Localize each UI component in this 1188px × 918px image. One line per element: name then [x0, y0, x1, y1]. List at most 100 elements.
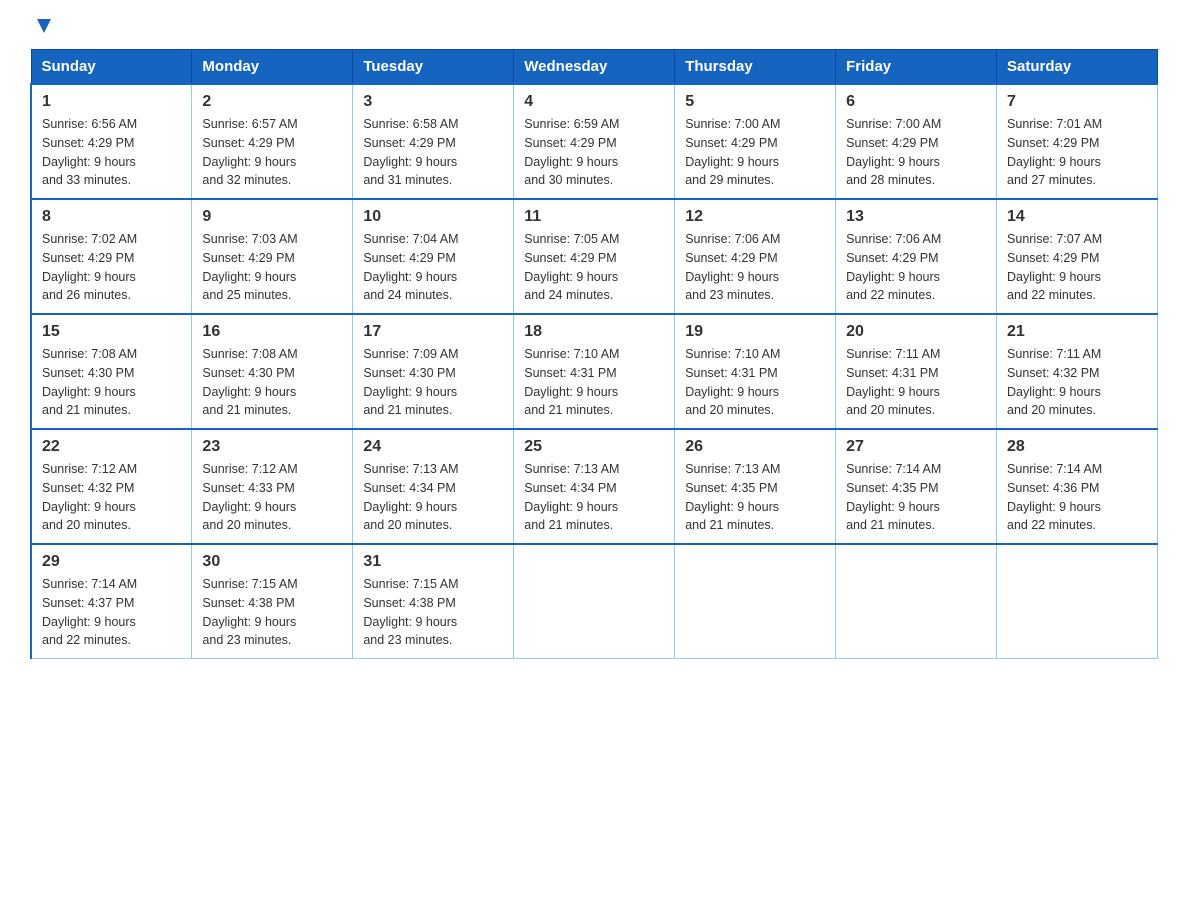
day-info: Sunrise: 7:13 AM Sunset: 4:35 PM Dayligh… [685, 460, 825, 535]
calendar-day-cell: 10 Sunrise: 7:04 AM Sunset: 4:29 PM Dayl… [353, 199, 514, 314]
day-info: Sunrise: 6:57 AM Sunset: 4:29 PM Dayligh… [202, 115, 342, 190]
day-info: Sunrise: 7:08 AM Sunset: 4:30 PM Dayligh… [202, 345, 342, 420]
calendar-day-cell: 1 Sunrise: 6:56 AM Sunset: 4:29 PM Dayli… [31, 84, 192, 199]
day-number: 3 [363, 93, 503, 111]
calendar-day-cell: 7 Sunrise: 7:01 AM Sunset: 4:29 PM Dayli… [997, 84, 1158, 199]
calendar-day-cell: 4 Sunrise: 6:59 AM Sunset: 4:29 PM Dayli… [514, 84, 675, 199]
day-number: 31 [363, 553, 503, 571]
day-info: Sunrise: 7:14 AM Sunset: 4:37 PM Dayligh… [42, 575, 181, 650]
calendar-day-cell [836, 544, 997, 659]
calendar-day-cell: 17 Sunrise: 7:09 AM Sunset: 4:30 PM Dayl… [353, 314, 514, 429]
calendar-day-cell: 5 Sunrise: 7:00 AM Sunset: 4:29 PM Dayli… [675, 84, 836, 199]
day-info: Sunrise: 6:59 AM Sunset: 4:29 PM Dayligh… [524, 115, 664, 190]
day-info: Sunrise: 7:02 AM Sunset: 4:29 PM Dayligh… [42, 230, 181, 305]
day-of-week-header: Monday [192, 50, 353, 85]
calendar-day-cell: 25 Sunrise: 7:13 AM Sunset: 4:34 PM Dayl… [514, 429, 675, 544]
day-info: Sunrise: 7:04 AM Sunset: 4:29 PM Dayligh… [363, 230, 503, 305]
day-number: 15 [42, 323, 181, 341]
logo-arrow-icon [33, 15, 55, 37]
calendar-day-cell: 19 Sunrise: 7:10 AM Sunset: 4:31 PM Dayl… [675, 314, 836, 429]
calendar-day-cell: 24 Sunrise: 7:13 AM Sunset: 4:34 PM Dayl… [353, 429, 514, 544]
day-number: 7 [1007, 93, 1147, 111]
calendar-week-row: 29 Sunrise: 7:14 AM Sunset: 4:37 PM Dayl… [31, 544, 1158, 659]
day-number: 8 [42, 208, 181, 226]
day-info: Sunrise: 7:13 AM Sunset: 4:34 PM Dayligh… [524, 460, 664, 535]
day-number: 9 [202, 208, 342, 226]
day-info: Sunrise: 7:03 AM Sunset: 4:29 PM Dayligh… [202, 230, 342, 305]
day-info: Sunrise: 7:15 AM Sunset: 4:38 PM Dayligh… [202, 575, 342, 650]
calendar-day-cell: 8 Sunrise: 7:02 AM Sunset: 4:29 PM Dayli… [31, 199, 192, 314]
day-number: 17 [363, 323, 503, 341]
day-info: Sunrise: 6:56 AM Sunset: 4:29 PM Dayligh… [42, 115, 181, 190]
calendar-day-cell: 18 Sunrise: 7:10 AM Sunset: 4:31 PM Dayl… [514, 314, 675, 429]
day-info: Sunrise: 6:58 AM Sunset: 4:29 PM Dayligh… [363, 115, 503, 190]
day-info: Sunrise: 7:11 AM Sunset: 4:32 PM Dayligh… [1007, 345, 1147, 420]
day-number: 24 [363, 438, 503, 456]
day-info: Sunrise: 7:10 AM Sunset: 4:31 PM Dayligh… [685, 345, 825, 420]
day-info: Sunrise: 7:12 AM Sunset: 4:33 PM Dayligh… [202, 460, 342, 535]
day-info: Sunrise: 7:14 AM Sunset: 4:35 PM Dayligh… [846, 460, 986, 535]
day-number: 20 [846, 323, 986, 341]
calendar-day-cell: 23 Sunrise: 7:12 AM Sunset: 4:33 PM Dayl… [192, 429, 353, 544]
day-number: 22 [42, 438, 181, 456]
day-info: Sunrise: 7:11 AM Sunset: 4:31 PM Dayligh… [846, 345, 986, 420]
calendar-week-row: 1 Sunrise: 6:56 AM Sunset: 4:29 PM Dayli… [31, 84, 1158, 199]
day-number: 28 [1007, 438, 1147, 456]
day-number: 26 [685, 438, 825, 456]
day-number: 1 [42, 93, 181, 111]
calendar-day-cell: 20 Sunrise: 7:11 AM Sunset: 4:31 PM Dayl… [836, 314, 997, 429]
calendar-day-cell: 21 Sunrise: 7:11 AM Sunset: 4:32 PM Dayl… [997, 314, 1158, 429]
day-of-week-header: Friday [836, 50, 997, 85]
calendar-week-row: 15 Sunrise: 7:08 AM Sunset: 4:30 PM Dayl… [31, 314, 1158, 429]
day-info: Sunrise: 7:05 AM Sunset: 4:29 PM Dayligh… [524, 230, 664, 305]
calendar-day-cell: 3 Sunrise: 6:58 AM Sunset: 4:29 PM Dayli… [353, 84, 514, 199]
calendar-day-cell: 30 Sunrise: 7:15 AM Sunset: 4:38 PM Dayl… [192, 544, 353, 659]
day-number: 5 [685, 93, 825, 111]
day-number: 12 [685, 208, 825, 226]
calendar-day-cell [997, 544, 1158, 659]
calendar-day-cell [514, 544, 675, 659]
calendar-day-cell: 9 Sunrise: 7:03 AM Sunset: 4:29 PM Dayli… [192, 199, 353, 314]
calendar-day-cell: 16 Sunrise: 7:08 AM Sunset: 4:30 PM Dayl… [192, 314, 353, 429]
day-number: 19 [685, 323, 825, 341]
day-number: 27 [846, 438, 986, 456]
calendar-header-row: SundayMondayTuesdayWednesdayThursdayFrid… [31, 50, 1158, 85]
calendar-day-cell: 31 Sunrise: 7:15 AM Sunset: 4:38 PM Dayl… [353, 544, 514, 659]
day-number: 25 [524, 438, 664, 456]
day-of-week-header: Wednesday [514, 50, 675, 85]
day-number: 18 [524, 323, 664, 341]
day-info: Sunrise: 7:09 AM Sunset: 4:30 PM Dayligh… [363, 345, 503, 420]
calendar-day-cell: 26 Sunrise: 7:13 AM Sunset: 4:35 PM Dayl… [675, 429, 836, 544]
calendar-day-cell: 14 Sunrise: 7:07 AM Sunset: 4:29 PM Dayl… [997, 199, 1158, 314]
day-of-week-header: Sunday [31, 50, 192, 85]
calendar-day-cell: 29 Sunrise: 7:14 AM Sunset: 4:37 PM Dayl… [31, 544, 192, 659]
calendar-day-cell: 12 Sunrise: 7:06 AM Sunset: 4:29 PM Dayl… [675, 199, 836, 314]
day-info: Sunrise: 7:14 AM Sunset: 4:36 PM Dayligh… [1007, 460, 1147, 535]
day-info: Sunrise: 7:15 AM Sunset: 4:38 PM Dayligh… [363, 575, 503, 650]
calendar-day-cell: 22 Sunrise: 7:12 AM Sunset: 4:32 PM Dayl… [31, 429, 192, 544]
day-number: 13 [846, 208, 986, 226]
day-info: Sunrise: 7:13 AM Sunset: 4:34 PM Dayligh… [363, 460, 503, 535]
day-info: Sunrise: 7:07 AM Sunset: 4:29 PM Dayligh… [1007, 230, 1147, 305]
day-info: Sunrise: 7:12 AM Sunset: 4:32 PM Dayligh… [42, 460, 181, 535]
day-number: 4 [524, 93, 664, 111]
day-number: 21 [1007, 323, 1147, 341]
page-header [30, 20, 1158, 31]
calendar-day-cell: 11 Sunrise: 7:05 AM Sunset: 4:29 PM Dayl… [514, 199, 675, 314]
day-info: Sunrise: 7:00 AM Sunset: 4:29 PM Dayligh… [846, 115, 986, 190]
day-number: 30 [202, 553, 342, 571]
calendar-day-cell: 27 Sunrise: 7:14 AM Sunset: 4:35 PM Dayl… [836, 429, 997, 544]
calendar-day-cell: 28 Sunrise: 7:14 AM Sunset: 4:36 PM Dayl… [997, 429, 1158, 544]
day-of-week-header: Thursday [675, 50, 836, 85]
calendar-day-cell: 2 Sunrise: 6:57 AM Sunset: 4:29 PM Dayli… [192, 84, 353, 199]
day-info: Sunrise: 7:06 AM Sunset: 4:29 PM Dayligh… [685, 230, 825, 305]
day-number: 2 [202, 93, 342, 111]
day-info: Sunrise: 7:08 AM Sunset: 4:30 PM Dayligh… [42, 345, 181, 420]
calendar-day-cell: 6 Sunrise: 7:00 AM Sunset: 4:29 PM Dayli… [836, 84, 997, 199]
day-info: Sunrise: 7:00 AM Sunset: 4:29 PM Dayligh… [685, 115, 825, 190]
day-number: 29 [42, 553, 181, 571]
day-info: Sunrise: 7:10 AM Sunset: 4:31 PM Dayligh… [524, 345, 664, 420]
day-number: 6 [846, 93, 986, 111]
day-number: 16 [202, 323, 342, 341]
day-info: Sunrise: 7:06 AM Sunset: 4:29 PM Dayligh… [846, 230, 986, 305]
